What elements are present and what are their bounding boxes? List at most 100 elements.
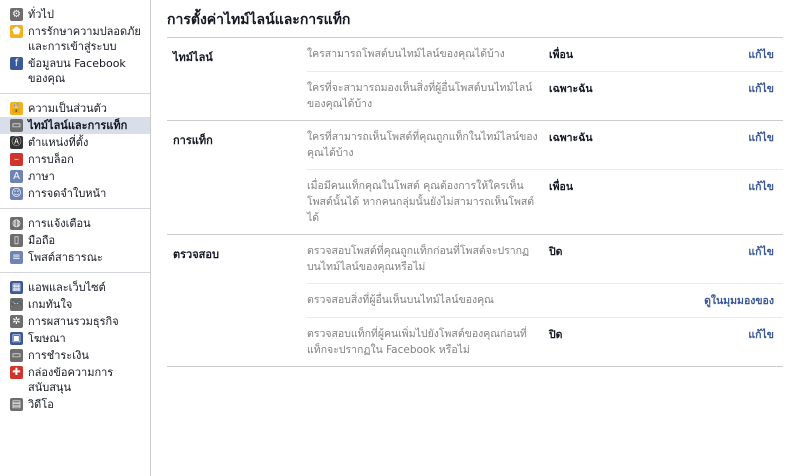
- lock-icon: 🔒: [10, 102, 23, 115]
- setting-question: เมื่อมีคนแท็กคุณในโพสต์ คุณต้องการให้ใคร…: [307, 180, 535, 224]
- setting-value: เฉพาะฉัน: [549, 83, 593, 95]
- setting-row[interactable]: ตรวจสอบแท็กที่ผู้คนเพิ่มไปยังโพสต์ของคุณ…: [307, 317, 783, 366]
- sidebar-item-ads[interactable]: ▣ โฆษณา: [0, 330, 150, 347]
- sidebar-item-label: ความเป็นส่วนตัว: [28, 102, 107, 115]
- settings-section: ไทม์ไลน์ ใครสามารถโพสต์บนไทม์ไลน์ของคุณได…: [167, 38, 783, 121]
- sidebar-item-label: โฆษณา: [28, 332, 66, 345]
- setting-row[interactable]: ตรวจสอบสิ่งที่ผู้อื่นเห็นบนไทม์ไลน์ของคุ…: [307, 283, 783, 317]
- sidebar-item-mobile[interactable]: ▯ มือถือ: [0, 232, 150, 249]
- sidebar-item-label: การรักษาความปลอดภัยและการเข้าสู่ระบบ: [28, 25, 141, 53]
- facebook-icon: f: [10, 57, 23, 70]
- sidebar-item-face[interactable]: ☺ การจดจำใบหน้า: [0, 185, 150, 202]
- sidebar-separator: [0, 208, 150, 209]
- section-label: ตรวจสอบ: [173, 248, 219, 261]
- sidebar-item-cog[interactable]: ✲ การผสานรวมธุรกิจ: [0, 313, 150, 330]
- setting-value: ปิด: [549, 246, 563, 258]
- sidebar-item-lock[interactable]: 🔒 ความเป็นส่วนตัว: [0, 100, 150, 117]
- setting-question: ตรวจสอบแท็กที่ผู้คนเพิ่มไปยังโพสต์ของคุณ…: [307, 328, 527, 356]
- setting-row[interactable]: ใครที่สามารถเห็นโพสต์ที่คุณถูกแท็กในไทม์…: [307, 121, 783, 169]
- sidebar-item-timeline[interactable]: ▭ ไทม์ไลน์และการแท็ก: [0, 117, 150, 134]
- settings-sidebar: ⚙ ทั่วไป ⬟ การรักษาความปลอดภัยและการเข้าสู่…: [0, 0, 151, 476]
- sidebar-item-card[interactable]: ▭ การชำระเงิน: [0, 347, 150, 364]
- cog-icon: ✲: [10, 315, 23, 328]
- sidebar-item-apps[interactable]: ▦ แอพและเว็บไซต์: [0, 279, 150, 296]
- globe-icon: ◍: [10, 217, 23, 230]
- edit-link[interactable]: แก้ไข: [667, 326, 783, 358]
- sidebar-item-label: ทั่วไป: [28, 8, 54, 21]
- settings-section: การแท็ก ใครที่สามารถเห็นโพสต์ที่คุณถูกแท็…: [167, 121, 783, 235]
- sidebar-item-rss[interactable]: ≡ โพสต์สาธารณะ: [0, 249, 150, 266]
- edit-link[interactable]: แก้ไข: [667, 46, 783, 63]
- sidebar-item-label: แอพและเว็บไซต์: [28, 281, 106, 294]
- sidebar-item-location[interactable]: Ⓐ ตำแหน่งที่ตั้ง: [0, 134, 150, 151]
- video-icon: ▤: [10, 398, 23, 411]
- section-label: ไทม์ไลน์: [173, 51, 213, 64]
- shield-icon: ⬟: [10, 25, 23, 38]
- sidebar-item-label: เกมทันใจ: [28, 298, 73, 311]
- setting-value: ปิด: [549, 329, 563, 341]
- apps-icon: ▦: [10, 281, 23, 294]
- sidebar-item-label: การบล็อก: [28, 153, 74, 166]
- sidebar-item-language[interactable]: A ภาษา: [0, 168, 150, 185]
- timeline-icon: ▭: [10, 119, 23, 132]
- edit-link[interactable]: แก้ไข: [667, 129, 783, 161]
- settings-sections: ไทม์ไลน์ ใครสามารถโพสต์บนไทม์ไลน์ของคุณได…: [167, 38, 783, 367]
- sidebar-item-label: ตำแหน่งที่ตั้ง: [28, 136, 89, 149]
- sidebar-separator: [0, 93, 150, 94]
- sidebar-item-label: ภาษา: [28, 170, 55, 183]
- sidebar-item-video[interactable]: ▤ วิดีโอ: [0, 396, 150, 413]
- card-icon: ▭: [10, 349, 23, 362]
- setting-question: ใครสามารถโพสต์บนไทม์ไลน์ของคุณได้บ้าง: [307, 48, 505, 60]
- face-icon: ☺: [10, 187, 23, 200]
- block-icon: –: [10, 153, 23, 166]
- setting-question: ใครที่สามารถเห็นโพสต์ที่คุณถูกแท็กในไทม์…: [307, 131, 538, 159]
- sidebar-item-label: การจดจำใบหน้า: [28, 187, 107, 200]
- setting-question: ตรวจสอบโพสต์ที่คุณถูกแท็กก่อนที่โพสต์จะป…: [307, 245, 530, 273]
- edit-link[interactable]: ดูในมุมมองของ: [667, 292, 783, 309]
- sidebar-item-block[interactable]: – การบล็อก: [0, 151, 150, 168]
- language-icon: A: [10, 170, 23, 183]
- setting-question: ตรวจสอบสิ่งที่ผู้อื่นเห็นบนไทม์ไลน์ของคุ…: [307, 294, 494, 306]
- sidebar-item-globe[interactable]: ◍ การแจ้งเตือน: [0, 215, 150, 232]
- sidebar-item-label: กล่องข้อความการสนับสนุน: [28, 366, 114, 394]
- section-rows: ใครที่สามารถเห็นโพสต์ที่คุณถูกแท็กในไทม์…: [307, 121, 783, 234]
- setting-row[interactable]: ใครสามารถโพสต์บนไทม์ไลน์ของคุณได้บ้าง เพื…: [307, 38, 783, 71]
- sidebar-item-facebook[interactable]: f ข้อมูลบน Facebook ของคุณ: [0, 55, 150, 87]
- edit-link[interactable]: แก้ไข: [667, 80, 783, 112]
- page-title: การตั้งค่าไทม์ไลน์และการแท็ก: [167, 0, 783, 38]
- sidebar-item-shield[interactable]: ⬟ การรักษาความปลอดภัยและการเข้าสู่ระบบ: [0, 23, 150, 55]
- gamepad-icon: 🎮: [10, 298, 23, 311]
- sidebar-separator: [0, 272, 150, 273]
- support-icon: ✚: [10, 366, 23, 379]
- setting-value: เฉพาะฉัน: [549, 132, 593, 144]
- gear-icon: ⚙: [10, 8, 23, 21]
- edit-link[interactable]: แก้ไข: [667, 243, 783, 275]
- sidebar-item-gamepad[interactable]: 🎮 เกมทันใจ: [0, 296, 150, 313]
- mobile-icon: ▯: [10, 234, 23, 247]
- sidebar-item-label: การผสานรวมธุรกิจ: [28, 315, 119, 328]
- sidebar-item-support[interactable]: ✚ กล่องข้อความการสนับสนุน: [0, 364, 150, 396]
- ads-icon: ▣: [10, 332, 23, 345]
- main-content: การตั้งค่าไทม์ไลน์และการแท็ก ไทม์ไลน์ใคร…: [167, 0, 783, 367]
- setting-row[interactable]: เมื่อมีคนแท็กคุณในโพสต์ คุณต้องการให้ใคร…: [307, 169, 783, 234]
- sidebar-item-label: การแจ้งเตือน: [28, 217, 91, 230]
- location-icon: Ⓐ: [10, 136, 23, 149]
- sidebar-item-label: วิดีโอ: [28, 398, 54, 411]
- edit-link[interactable]: แก้ไข: [667, 178, 783, 226]
- setting-value: [547, 292, 667, 309]
- sidebar-item-gear[interactable]: ⚙ ทั่วไป: [0, 6, 150, 23]
- sidebar-item-label: การชำระเงิน: [28, 349, 89, 362]
- setting-row[interactable]: ใครที่จะสามารถมองเห็นสิ่งที่ผู้อื่นโพสต์…: [307, 71, 783, 120]
- settings-section: ตรวจสอบ ตรวจสอบโพสต์ที่คุณถูกแท็กก่อนที่โ…: [167, 235, 783, 367]
- setting-value: เพื่อน: [549, 181, 573, 193]
- section-rows: ตรวจสอบโพสต์ที่คุณถูกแท็กก่อนที่โพสต์จะป…: [307, 235, 783, 366]
- setting-row[interactable]: ตรวจสอบโพสต์ที่คุณถูกแท็กก่อนที่โพสต์จะป…: [307, 235, 783, 283]
- section-label: การแท็ก: [173, 134, 213, 147]
- setting-value: เพื่อน: [549, 49, 573, 61]
- sidebar-item-label: ข้อมูลบน Facebook ของคุณ: [28, 57, 126, 85]
- sidebar-item-label: มือถือ: [28, 234, 56, 247]
- sidebar-item-label: ไทม์ไลน์และการแท็ก: [28, 119, 128, 132]
- section-rows: ใครสามารถโพสต์บนไทม์ไลน์ของคุณได้บ้าง เพื…: [307, 38, 783, 120]
- sidebar-item-label: โพสต์สาธารณะ: [28, 251, 103, 264]
- setting-question: ใครที่จะสามารถมองเห็นสิ่งที่ผู้อื่นโพสต์…: [307, 82, 533, 110]
